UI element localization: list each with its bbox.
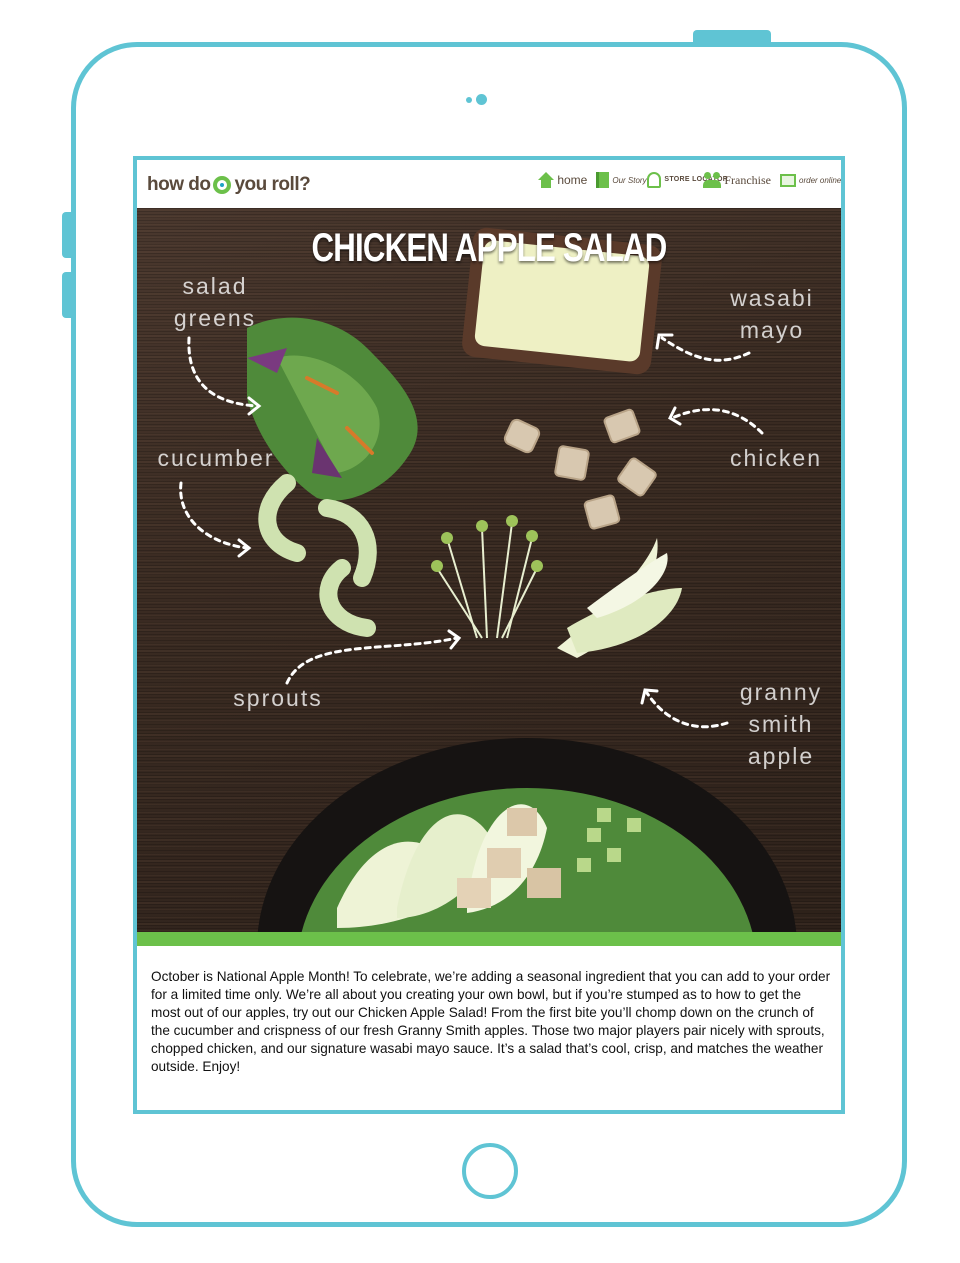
- article-body: October is National Apple Month! To cele…: [151, 969, 831, 1074]
- hero-title: CHICKEN APPLE SALAD: [311, 226, 668, 270]
- label-granny-smith-apple: granny smith apple: [739, 679, 823, 769]
- nav-our-story-label: Our Story: [612, 175, 647, 185]
- label-wasabi-mayo: wasabi mayo: [730, 285, 814, 343]
- label-chicken: chicken: [730, 445, 822, 471]
- nav-home-label: home: [557, 173, 588, 187]
- nav-store-locator[interactable]: STORE LOCATOR: [647, 172, 729, 188]
- nav-our-story[interactable]: Our Story: [596, 172, 647, 188]
- nav-store-locator-label: STORE LOCATOR: [664, 176, 729, 183]
- nav-order-online[interactable]: order online: [780, 173, 842, 187]
- logo[interactable]: how do you roll?: [147, 174, 311, 196]
- hero-image: CHICKEN APPLE SALAD salad greens wasabi …: [137, 208, 841, 932]
- house-icon: [538, 172, 555, 188]
- home-button[interactable]: [462, 1143, 518, 1199]
- label-cucumber: cucumber: [157, 445, 275, 471]
- nav-home[interactable]: home: [538, 172, 587, 188]
- label-salad-greens: salad greens: [173, 273, 257, 331]
- logo-ring-icon: [213, 176, 232, 194]
- nav-franchise-label: Franchise: [724, 173, 771, 187]
- chicken-pieces: [503, 408, 657, 530]
- nav-franchise[interactable]: Franchise: [703, 172, 771, 188]
- logo-text-1: how do: [147, 174, 211, 195]
- logo-text-2: you roll?: [234, 174, 311, 195]
- main-nav: home Our Story STORE LOCATOR Franchise o…: [538, 172, 842, 188]
- monitor-icon: [780, 173, 796, 187]
- nav-order-online-label: order online: [799, 175, 842, 185]
- power-button[interactable]: [693, 30, 771, 42]
- site-header: how do you roll? home Our Story STORE LO…: [137, 160, 841, 208]
- map-pin-icon: [647, 172, 662, 188]
- salad-bowl: [257, 738, 797, 932]
- cucumber-slices: [258, 474, 377, 637]
- green-divider: [137, 932, 841, 946]
- people-icon: [703, 172, 722, 188]
- label-sprouts: sprouts: [233, 685, 323, 711]
- tablet-screen: how do you roll? home Our Story STORE LO…: [133, 156, 845, 1114]
- book-icon: [596, 172, 610, 188]
- apple-slices: [557, 538, 682, 658]
